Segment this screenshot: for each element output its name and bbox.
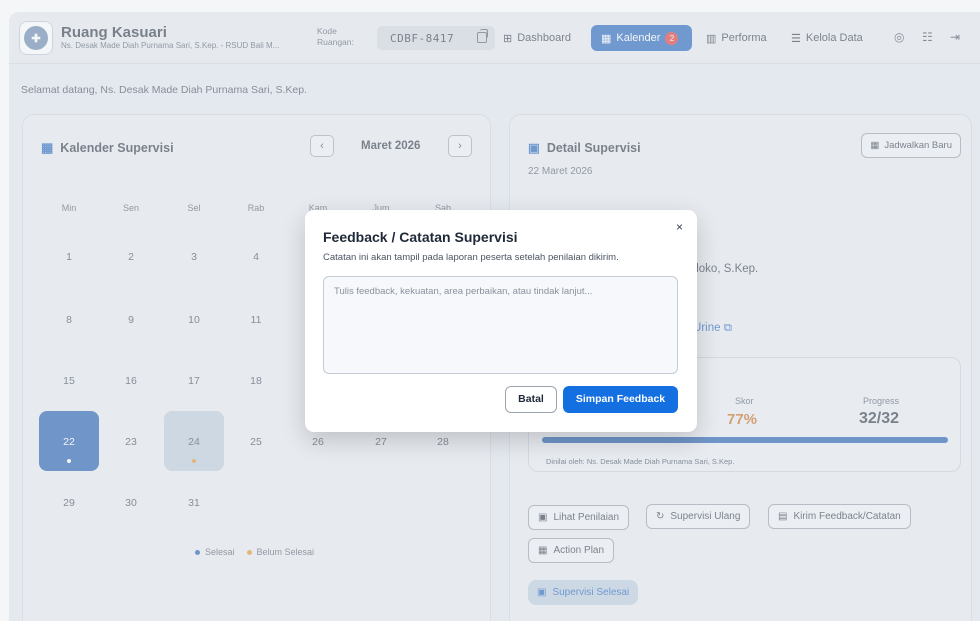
- feedback-modal: Feedback / Catatan Supervisi Catatan ini…: [305, 210, 697, 432]
- close-icon[interactable]: ×: [676, 220, 683, 234]
- feedback-textarea[interactable]: [323, 276, 678, 374]
- modal-title: Feedback / Catatan Supervisi: [323, 229, 518, 245]
- modal-subtitle: Catatan ini akan tampil pada laporan pes…: [323, 252, 619, 263]
- cancel-button[interactable]: Batal: [505, 386, 557, 413]
- save-feedback-button[interactable]: Simpan Feedback: [563, 386, 678, 413]
